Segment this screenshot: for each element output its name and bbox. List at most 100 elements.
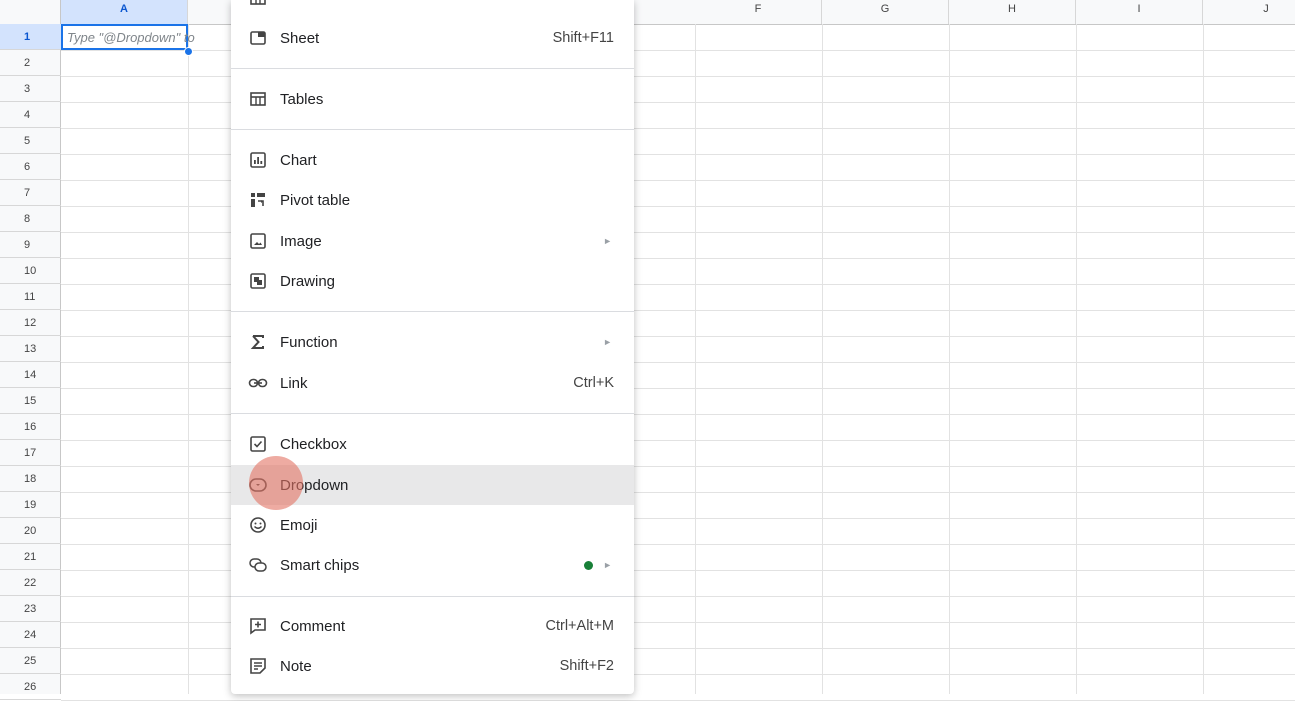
column-header-h[interactable]: H <box>949 0 1076 24</box>
menu-item-label: Pivot table <box>280 191 351 209</box>
menu-item-link[interactable]: Link Ctrl+K <box>231 363 634 403</box>
column-header-row: A F G H I J <box>0 0 1295 25</box>
smart-chips-icon <box>248 555 268 575</box>
cells-icon <box>248 0 268 8</box>
menu-item-label: Smart chips <box>280 556 360 574</box>
column-header-f[interactable]: F <box>695 0 822 24</box>
menu-item-comment[interactable]: Comment Ctrl+Alt+M <box>231 606 634 646</box>
submenu-arrow-icon: ► <box>603 560 612 570</box>
submenu-arrow-icon: ► <box>603 337 612 347</box>
row-header-13[interactable]: 13 <box>0 336 61 362</box>
menu-item-note[interactable]: Note Shift+F2 <box>231 646 634 686</box>
menu-item-label: Checkbox <box>280 435 347 453</box>
column-gridline <box>1076 24 1077 694</box>
menu-item-checkbox[interactable]: Checkbox <box>231 424 634 464</box>
link-icon <box>248 373 268 393</box>
row-header-12[interactable]: 12 <box>0 310 61 336</box>
cell-a1-hint: Type "@Dropdown" to <box>67 30 195 45</box>
column-header-j[interactable]: J <box>1203 0 1295 24</box>
row-header-4[interactable]: 4 <box>0 102 61 128</box>
row-header-15[interactable]: 15 <box>0 388 61 414</box>
insert-menu: Sheet Shift+F11 Tables Chart Pivot table Imag… <box>231 0 634 694</box>
column-header-g[interactable]: G <box>822 0 949 24</box>
menu-item-partial[interactable] <box>231 0 634 18</box>
row-header-22[interactable]: 22 <box>0 570 61 596</box>
menu-item-tables[interactable]: Tables <box>231 79 634 119</box>
row-header-19[interactable]: 19 <box>0 492 61 518</box>
column-gridline <box>695 24 696 694</box>
row-header-2[interactable]: 2 <box>0 50 61 76</box>
menu-item-shortcut: Shift+F11 <box>552 30 614 46</box>
menu-item-smart-chips[interactable]: Smart chips ► <box>231 545 634 585</box>
menu-item-label: Sheet <box>280 29 320 47</box>
sheet-icon <box>248 28 268 48</box>
row-header-9[interactable]: 9 <box>0 232 61 258</box>
menu-item-label: Emoji <box>280 516 318 534</box>
menu-item-label: Function <box>280 333 338 351</box>
menu-item-pivot-table[interactable]: Pivot table <box>231 180 634 220</box>
menu-item-function[interactable]: Function ► <box>231 322 634 362</box>
row-header-11[interactable]: 11 <box>0 284 61 310</box>
checkbox-icon <box>248 434 268 454</box>
menu-item-label: Chart <box>280 151 317 169</box>
menu-separator <box>231 68 634 69</box>
comment-icon <box>248 616 268 636</box>
new-feature-dot <box>584 560 594 570</box>
row-header-17[interactable]: 17 <box>0 440 61 466</box>
row-header-3[interactable]: 3 <box>0 76 61 102</box>
row-header-20[interactable]: 20 <box>0 518 61 544</box>
menu-item-label: Image <box>280 232 322 250</box>
column-gridline <box>188 24 189 694</box>
row-header-column: 1 2 3 4 5 6 7 8 9 10 11 12 13 14 15 16 17 18 19 20 21 22 23 24 2… <box>0 24 61 700</box>
menu-item-chart[interactable]: Chart <box>231 140 634 180</box>
emoji-icon <box>248 515 268 535</box>
menu-item-label: Comment <box>280 617 346 635</box>
column-header-a[interactable]: A <box>61 0 188 24</box>
column-gridline <box>1203 24 1204 694</box>
menu-item-emoji[interactable]: Emoji <box>231 505 634 545</box>
menu-item-label: Tables <box>280 90 324 108</box>
row-header-1[interactable]: 1 <box>0 24 61 50</box>
menu-item-label: Drawing <box>280 272 336 290</box>
row-header-7[interactable]: 7 <box>0 180 61 206</box>
fill-handle[interactable] <box>184 47 193 56</box>
submenu-arrow-icon: ► <box>603 236 612 246</box>
row-header-10[interactable]: 10 <box>0 258 61 284</box>
menu-item-shortcut: Ctrl+Alt+M <box>545 618 615 634</box>
drawing-icon <box>248 271 268 291</box>
chart-icon <box>248 150 268 170</box>
menu-item-sheet[interactable]: Sheet Shift+F11 <box>231 18 634 58</box>
click-indicator <box>249 456 303 510</box>
column-gridline <box>822 24 823 694</box>
row-header-14[interactable]: 14 <box>0 362 61 388</box>
row-header-8[interactable]: 8 <box>0 206 61 232</box>
image-icon <box>248 231 268 251</box>
menu-separator <box>231 129 634 130</box>
note-icon <box>248 656 268 676</box>
menu-item-image[interactable]: Image ► <box>231 221 634 261</box>
row-header-18[interactable]: 18 <box>0 466 61 492</box>
menu-item-label: Dropdown <box>280 476 349 494</box>
sigma-icon <box>248 332 268 352</box>
row-header-23[interactable]: 23 <box>0 596 61 622</box>
menu-separator <box>231 311 634 312</box>
row-header-5[interactable]: 5 <box>0 128 61 154</box>
row-header-6[interactable]: 6 <box>0 154 61 180</box>
menu-item-label: Note <box>280 657 312 675</box>
menu-separator <box>231 413 634 414</box>
cell-a1[interactable]: Type "@Dropdown" to <box>61 24 195 50</box>
menu-item-shortcut: Ctrl+K <box>573 375 614 391</box>
select-all-corner[interactable] <box>0 0 61 24</box>
row-header-25[interactable]: 25 <box>0 648 61 674</box>
row-header-24[interactable]: 24 <box>0 622 61 648</box>
column-gridline <box>949 24 950 694</box>
row-header-21[interactable]: 21 <box>0 544 61 570</box>
row-header-26[interactable]: 26 <box>0 674 61 700</box>
column-header-i[interactable]: I <box>1076 0 1203 24</box>
menu-separator <box>231 596 634 597</box>
menu-item-drawing[interactable]: Drawing <box>231 261 634 301</box>
spreadsheet-grid: A F G H I J 1 2 3 4 5 6 7 8 9 10 11 12 13 14 15 16 17 18 1… <box>0 0 1295 701</box>
row-header-16[interactable]: 16 <box>0 414 61 440</box>
menu-item-label: Link <box>280 374 308 392</box>
menu-item-shortcut: Shift+F2 <box>559 658 614 674</box>
